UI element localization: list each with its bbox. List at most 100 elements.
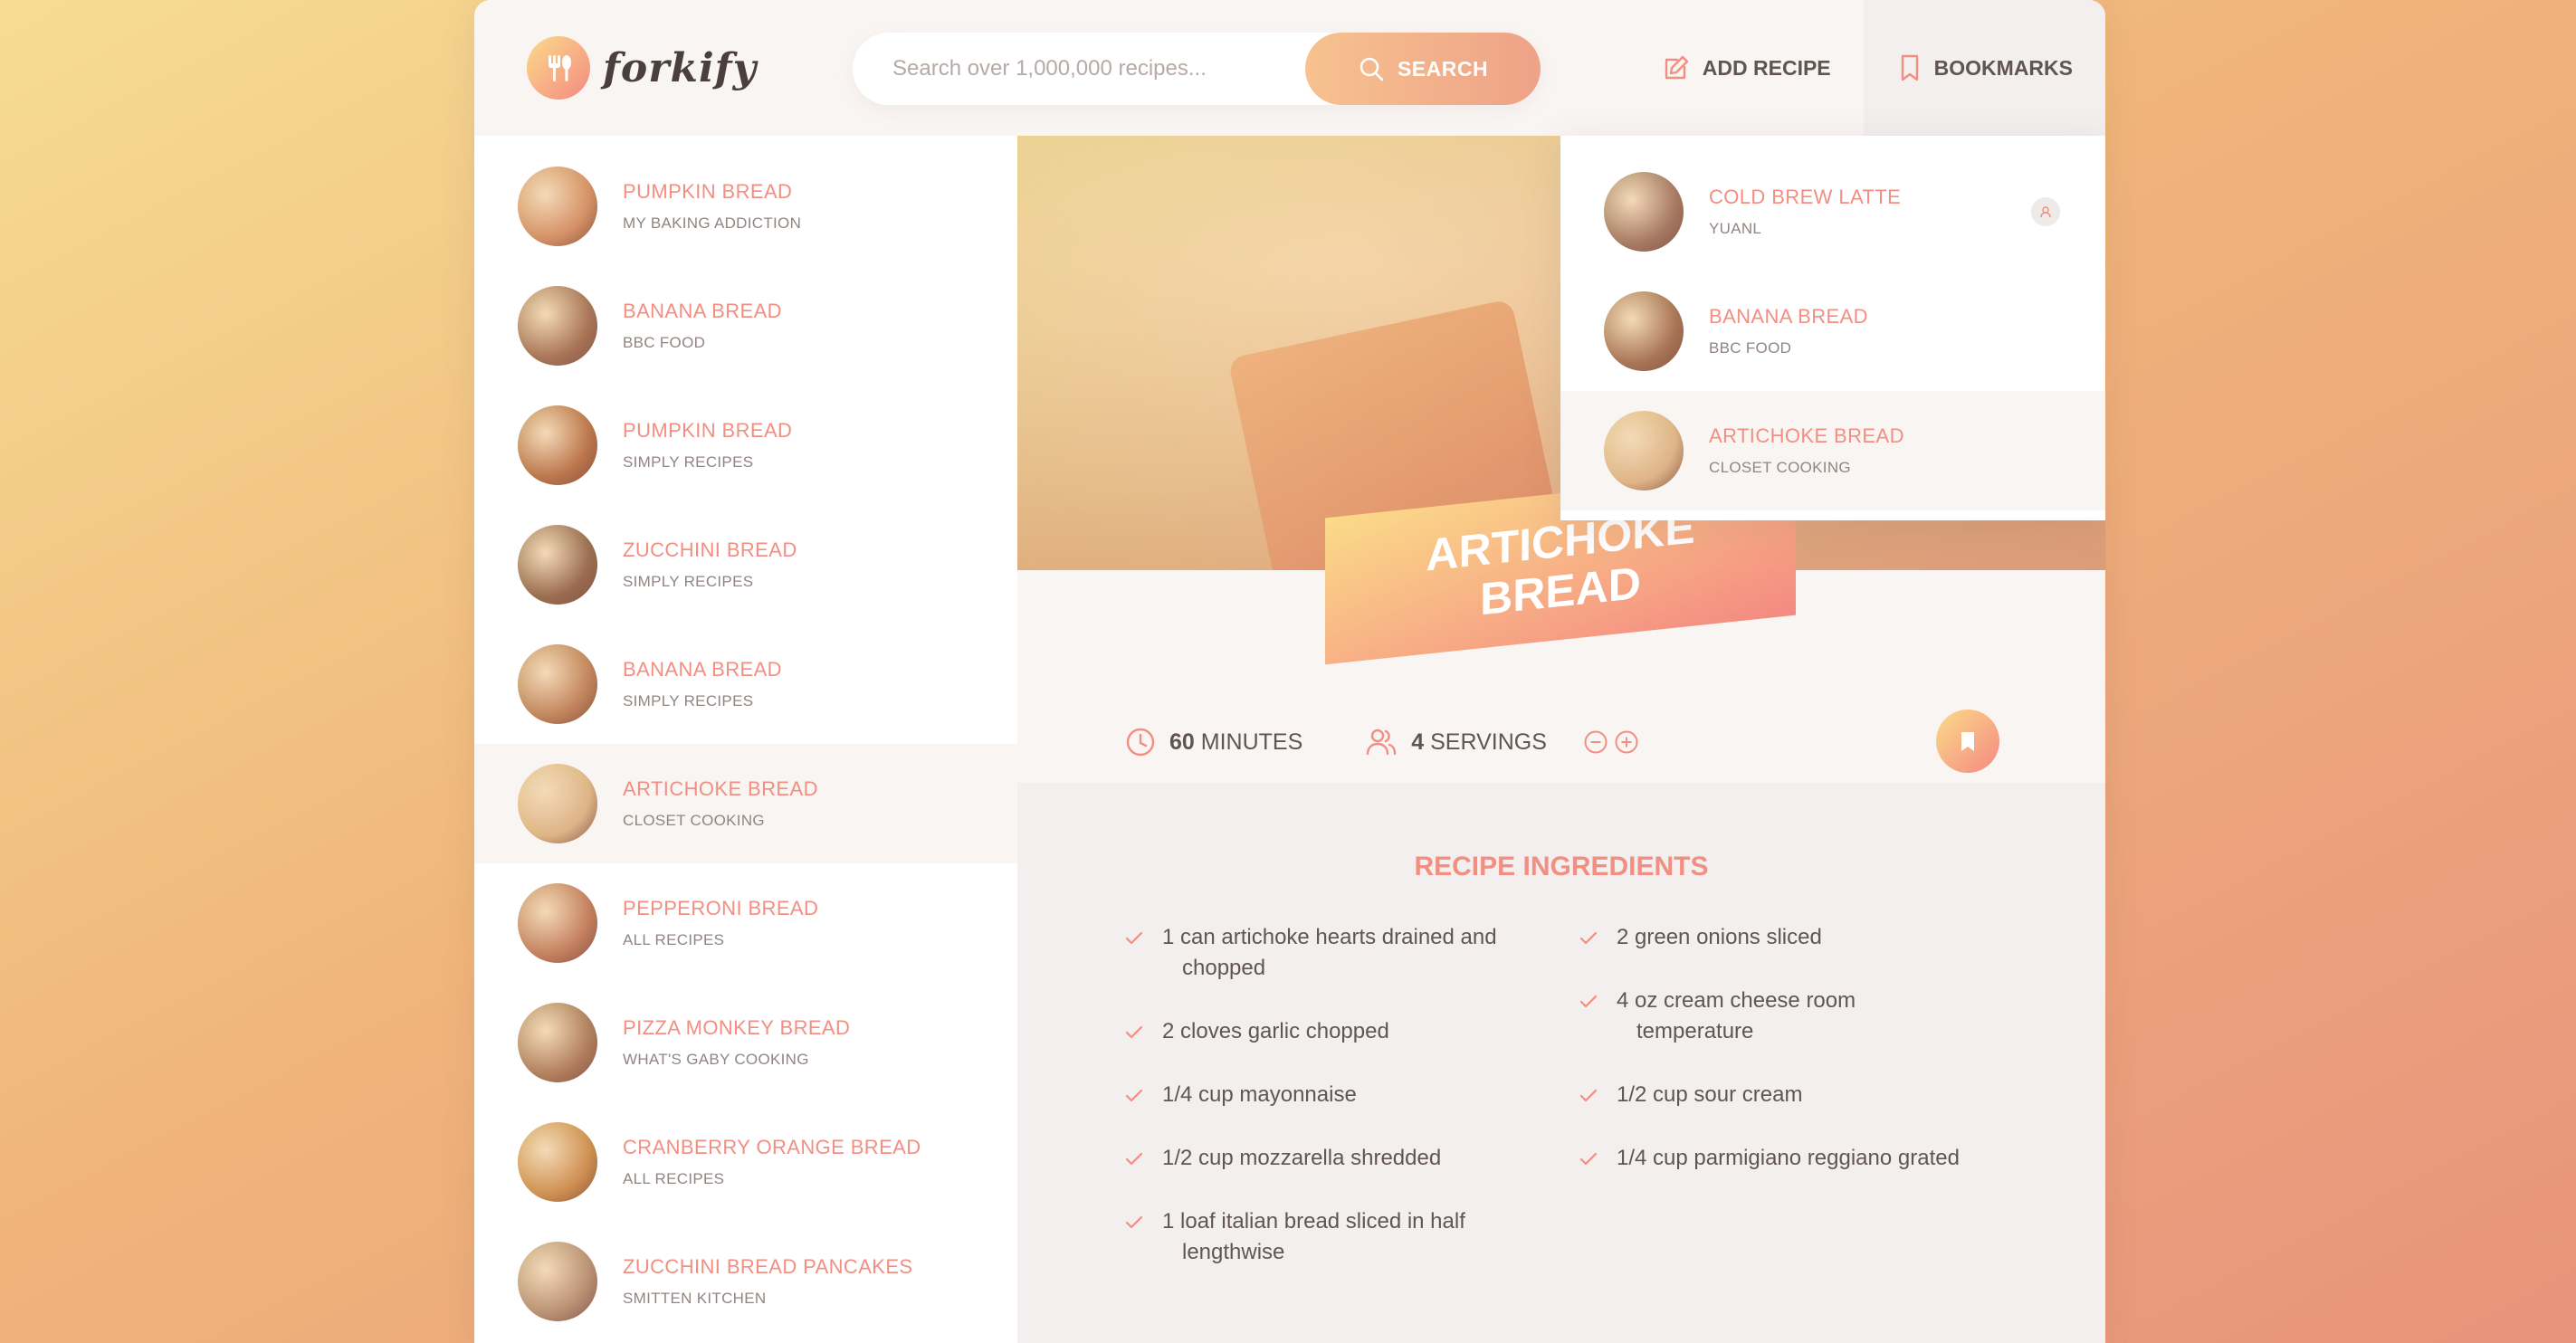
ingredient-list: 1 can artichoke hearts drained and chopp… <box>1124 922 2029 1300</box>
ingredient-item: 2 cloves garlic chopped <box>1124 1016 1522 1047</box>
ingredients-heading: RECIPE INGREDIENTS <box>1414 852 1709 881</box>
result-publisher: yuanl <box>1709 220 1762 237</box>
bookmarks-list: Cold Brew Latte yuanl Banana Bread BBC Food… <box>1560 152 2105 510</box>
search-input[interactable] <box>853 33 1296 105</box>
ingredient-text: 2 green onions sliced <box>1617 925 1822 949</box>
servings: 4 SERVINGS <box>1364 726 1639 758</box>
fork-knife-icon <box>527 36 590 100</box>
recipe-thumbnail <box>518 1122 597 1202</box>
result-text: Zucchini Bread Simply Recipes <box>623 538 797 591</box>
result-item[interactable]: Cranberry Orange Bread All Recipes <box>474 1102 1017 1222</box>
result-publisher: Smitten Kitchen <box>623 1290 767 1307</box>
bookmark-icon <box>1901 54 1918 81</box>
result-text: Cold Brew Latte yuanl <box>1709 186 1901 238</box>
users-icon <box>1367 729 1397 756</box>
result-item[interactable]: Pumpkin Bread Simply Recipes <box>474 386 1017 505</box>
check-icon <box>1579 1152 1598 1166</box>
ingredient-text: 1/4 cup parmigiano reggiano grated <box>1617 1146 1960 1170</box>
servings-label: SERVINGS <box>1430 729 1547 755</box>
ingredient-text: 1 can artichoke hearts drained and chopp… <box>1162 925 1497 980</box>
result-item[interactable]: Pepperoni Bread All Recipes <box>474 863 1017 983</box>
result-publisher: Closet Cooking <box>623 812 765 829</box>
minutes-value: 60 <box>1169 729 1195 755</box>
bookmarks-button[interactable]: BOOKMARKS <box>1863 0 2105 136</box>
result-publisher: Simply Recipes <box>623 453 754 471</box>
result-text: Banana Bread Simply Recipes <box>623 658 782 710</box>
result-item[interactable]: Zucchini Bread Simply Recipes <box>474 505 1017 624</box>
check-icon <box>1125 1025 1143 1039</box>
result-title: Banana Bread <box>623 658 782 681</box>
check-icon <box>1579 931 1598 945</box>
result-text: Cranberry Orange Bread All Recipes <box>623 1136 921 1188</box>
result-publisher: My Baking Addiction <box>623 214 802 232</box>
result-text: Banana Bread BBC Food <box>623 300 782 352</box>
main-nav: ADD RECIPE BOOKMARKS <box>1628 0 2105 136</box>
ingredient-text: 1/2 cup mozzarella shredded <box>1162 1146 1442 1170</box>
result-title: Artichoke Bread <box>623 777 818 800</box>
minus-circle-icon[interactable] <box>1583 729 1608 755</box>
result-item[interactable]: Banana Bread Simply Recipes <box>474 624 1017 744</box>
result-text: Artichoke Bread Closet Cooking <box>623 777 818 830</box>
edit-icon <box>1665 55 1688 80</box>
result-text: Zucchini Bread Pancakes Smitten Kitchen <box>623 1255 913 1308</box>
bookmark-recipe-button[interactable] <box>1936 710 1999 773</box>
search-form: SEARCH <box>853 33 1541 105</box>
result-publisher: All Recipes <box>623 1170 725 1187</box>
results-list: Pumpkin Bread My Baking Addiction Banana B… <box>474 147 1017 1341</box>
recipe-thumbnail <box>518 286 597 366</box>
ingredient-item: 2 green onions sliced <box>1579 922 1977 953</box>
ingredient-item: 1 can artichoke hearts drained and chopp… <box>1124 922 1522 984</box>
result-text: Pepperoni Bread All Recipes <box>623 897 818 949</box>
check-icon <box>1579 1089 1598 1102</box>
recipe-thumbnail <box>518 525 597 605</box>
result-item[interactable]: Banana Bread BBC Food <box>474 266 1017 386</box>
result-title: Pumpkin Bread <box>623 180 793 203</box>
result-text: Artichoke Bread Closet Cooking <box>1709 424 1904 477</box>
result-title: Pizza Monkey Bread <box>623 1016 851 1039</box>
user-icon <box>2031 197 2060 226</box>
result-item[interactable]: Zucchini Bread Pancakes Smitten Kitchen <box>474 1222 1017 1341</box>
result-item[interactable]: Artichoke Bread Closet Cooking <box>474 744 1017 863</box>
logo[interactable]: forkify <box>527 36 757 100</box>
app-container: forkify SEARCH ADD RECIPE <box>474 0 2105 1343</box>
ingredient-item: 1 loaf italian bread sliced in half leng… <box>1124 1206 1522 1268</box>
ingredient-text: 1/2 cup sour cream <box>1617 1082 1803 1107</box>
result-text: Pizza Monkey Bread What's Gaby Cooking <box>623 1016 850 1069</box>
result-item[interactable]: Pizza Monkey Bread What's Gaby Cooking <box>474 983 1017 1102</box>
servings-value: 4 <box>1411 729 1425 755</box>
check-icon <box>1125 1215 1143 1229</box>
result-text: Banana Bread BBC Food <box>1709 305 1868 357</box>
search-button[interactable]: SEARCH <box>1305 33 1541 105</box>
ingredient-item: 4 oz cream cheese room temperature <box>1579 986 1977 1047</box>
bookmark-item[interactable]: Banana Bread BBC Food <box>1560 271 2105 391</box>
servings-controls <box>1583 729 1639 755</box>
bookmark-item[interactable]: Artichoke Bread Closet Cooking <box>1560 391 2105 510</box>
bookmark-filled-icon <box>1961 732 1974 751</box>
ingredient-text: 2 cloves garlic chopped <box>1162 1019 1389 1043</box>
result-publisher: All Recipes <box>623 931 725 948</box>
recipe-thumbnail <box>518 1242 597 1321</box>
clock-icon <box>1126 728 1155 757</box>
ingredient-column-left: 1 can artichoke hearts drained and chopp… <box>1124 922 1579 1300</box>
ingredient-text: 1/4 cup mayonnaise <box>1162 1082 1357 1107</box>
bookmarks-label: BOOKMARKS <box>1933 55 2073 80</box>
ingredient-text: 4 oz cream cheese room temperature <box>1617 988 1856 1043</box>
search-results: Pumpkin Bread My Baking Addiction Banana B… <box>474 136 1017 1343</box>
ingredient-item: 1/2 cup mozzarella shredded <box>1124 1143 1522 1174</box>
result-publisher: BBC Food <box>623 334 706 351</box>
check-icon <box>1125 1152 1143 1166</box>
ingredient-column-right: 2 green onions sliced 4 oz cream cheese r… <box>1579 922 2013 1300</box>
search-button-label: SEARCH <box>1397 56 1489 81</box>
plus-circle-icon[interactable] <box>1614 729 1639 755</box>
add-recipe-button[interactable]: ADD RECIPE <box>1628 0 1864 136</box>
result-publisher: Closet Cooking <box>1709 459 1851 476</box>
search-icon <box>1360 57 1384 81</box>
recipe-thumbnail <box>518 883 597 963</box>
result-title: Pepperoni Bread <box>623 897 819 919</box>
recipe-thumbnail <box>1604 291 1684 371</box>
check-icon <box>1125 1089 1143 1102</box>
result-publisher: Simply Recipes <box>623 692 754 710</box>
result-text: Pumpkin Bread My Baking Addiction <box>623 180 801 233</box>
bookmark-item[interactable]: Cold Brew Latte yuanl <box>1560 152 2105 271</box>
result-item[interactable]: Pumpkin Bread My Baking Addiction <box>474 147 1017 266</box>
